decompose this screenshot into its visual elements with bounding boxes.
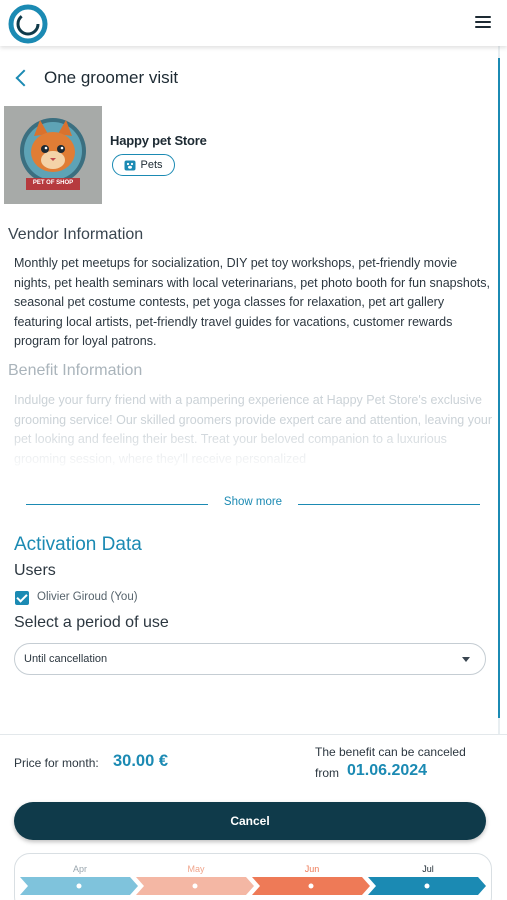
category-label: Pets — [140, 159, 163, 171]
divider-left — [26, 504, 208, 505]
timeline-month-apr: Apr — [72, 864, 87, 874]
scrollbar-thumb[interactable] — [498, 58, 500, 718]
app-logo-icon[interactable] — [8, 4, 48, 44]
from-label: from — [315, 766, 339, 780]
timeline-month-may: May — [187, 864, 205, 874]
dropdown-arrow-icon — [462, 657, 470, 662]
timeline-dot-apr — [76, 883, 82, 889]
show-more-link[interactable]: Show more — [210, 496, 296, 508]
timeline-bar — [20, 877, 486, 895]
user-name-label: Olivier Giroud (You) — [37, 591, 138, 603]
users-label: Users — [14, 562, 56, 579]
paw-icon — [124, 160, 136, 170]
from-date: 01.06.2024 — [347, 762, 428, 779]
vendor-image: PET OF SHOP — [4, 106, 102, 204]
period-select-value: Until cancellation — [24, 653, 108, 665]
cancel-note: The benefit can be canceled — [315, 745, 466, 759]
text-fade-overlay — [0, 428, 498, 472]
user-checkbox[interactable] — [15, 591, 29, 605]
timeline-dot-may — [192, 883, 198, 889]
price-label: Price for month: — [14, 756, 99, 770]
price-value: 30.00 € — [113, 752, 169, 770]
timeline-month-jul: Jul — [422, 864, 434, 874]
period-label: Select a period of use — [14, 614, 169, 631]
store-name: Happy pet Store — [110, 133, 207, 148]
page-title: One groomer visit — [44, 68, 179, 87]
category-chip[interactable]: Pets — [112, 154, 175, 176]
back-arrow-icon[interactable] — [15, 69, 33, 87]
benefit-info-heading: Benefit Information — [8, 362, 143, 379]
vendor-info-heading: Vendor Information — [8, 226, 144, 243]
timeline-dot-jun — [308, 883, 314, 889]
vendor-info-text: Monthly pet meetups for socialization, D… — [14, 256, 490, 349]
period-select[interactable]: Until cancellation — [14, 643, 486, 675]
cancel-button[interactable]: Cancel — [14, 802, 486, 840]
footer-divider — [0, 734, 507, 735]
timeline-dot-jul — [424, 883, 430, 889]
hamburger-menu-icon[interactable] — [475, 16, 491, 30]
top-bar — [0, 0, 507, 46]
page-header: One groomer visit — [14, 66, 178, 90]
vendor-image-label: PET OF SHOP — [32, 180, 74, 186]
timeline-month-jun: Jun — [304, 864, 320, 874]
divider-right — [298, 504, 480, 505]
activation-title: Activation Data — [14, 534, 142, 555]
